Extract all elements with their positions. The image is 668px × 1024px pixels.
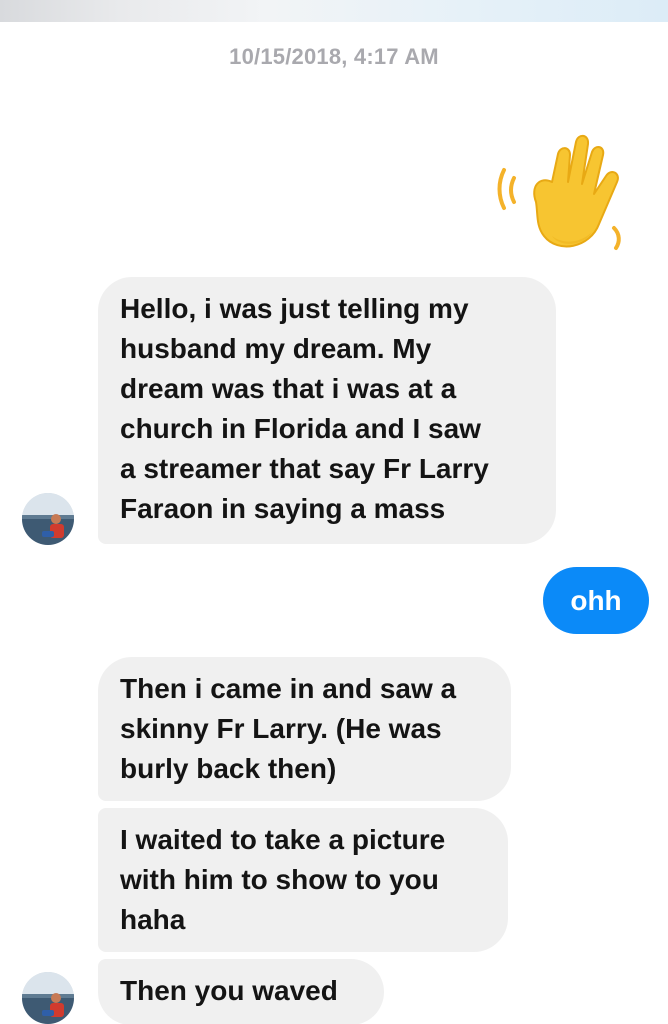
message-text: Hello, i was just telling my husband my … [120,289,534,529]
message-line: skinny Fr Larry. (He was [120,713,442,744]
outgoing-message-bubble[interactable]: ohh [543,567,649,634]
incoming-message-bubble[interactable]: I waited to take a picture with him to s… [98,808,508,952]
message-timestamp: 10/15/2018, 4:17 AM [229,44,439,69]
message-line: a streamer that say Fr Larry [120,453,489,484]
messenger-conversation: 10/15/2018, 4:17 AM Hello, i was just te… [0,0,668,1024]
incoming-message-bubble[interactable]: Hello, i was just telling my husband my … [98,277,556,544]
incoming-message-bubble[interactable]: Then i came in and saw a skinny Fr Larry… [98,657,511,801]
message-line: Then i came in and saw a [120,673,457,704]
message-text: Then you waved [120,971,362,1011]
top-bar-strip [0,0,668,22]
contact-avatar[interactable] [22,972,74,1024]
message-line: I waited to take a picture [120,824,446,855]
waving-hand-emoji[interactable] [496,124,634,256]
message-line: dream was that i was at a [120,373,457,404]
message-line: Faraon in saying a mass [120,493,446,524]
message-line: church in Florida and I saw [120,413,481,444]
message-line: haha [120,904,186,935]
incoming-message-bubble[interactable]: Then you waved [98,959,384,1024]
message-line: Then you waved [120,975,338,1006]
message-line: husband my dream. My [120,333,432,364]
message-text: I waited to take a picture with him to s… [120,820,486,940]
contact-avatar[interactable] [22,493,74,545]
message-line: with him to show to you [120,864,439,895]
message-text: Then i came in and saw a skinny Fr Larry… [120,669,489,789]
message-line: Hello, i was just telling my [120,293,469,324]
message-line: burly back then) [120,753,337,784]
